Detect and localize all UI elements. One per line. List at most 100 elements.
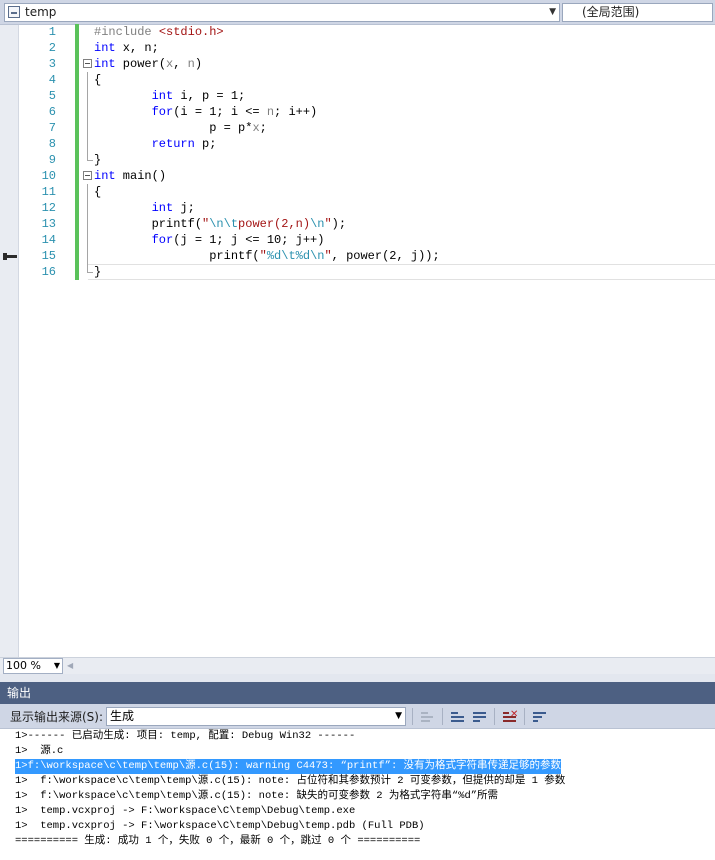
output-panel-title: 输出 (0, 682, 715, 704)
line-number: 1 (48, 25, 56, 39)
next-message-icon[interactable] (472, 709, 488, 724)
code-line[interactable]: 1 #include <stdio.h> (0, 24, 715, 40)
output-line-selected[interactable]: 1>f:\workspace\c\temp\temp\源.c(15): warn… (15, 759, 562, 774)
code-token: int (94, 57, 116, 71)
code-lines: 1 #include <stdio.h> 2 int x, n; 3 int power(… (0, 24, 715, 280)
code-line[interactable]: 13 printf("\n\tpower(2,n)\n"); (0, 216, 715, 232)
code-text: return p; (94, 136, 217, 152)
code-token: for (151, 105, 174, 119)
code-line[interactable]: 2 int x, n; (0, 40, 715, 56)
code-line[interactable]: 3 int power(x, n) (0, 56, 715, 72)
code-token: printf( (94, 217, 203, 231)
code-line[interactable]: 6 for(i = 1; i <= n; i++) (0, 104, 715, 120)
changed-line-marker (75, 88, 79, 104)
changed-line-marker (75, 200, 79, 216)
output-line[interactable]: 1>------ 已启动生成: 项目: temp, 配置: Debug Win3… (15, 729, 355, 744)
chevron-down-icon[interactable]: ▼ (549, 4, 556, 21)
code-line[interactable]: 15 printf("%d\t%d\n", power(2, j)); (0, 248, 715, 264)
chevron-down-icon[interactable]: ▼ (54, 659, 60, 673)
changed-line-marker (75, 216, 79, 232)
line-number: 10 (41, 169, 56, 183)
global-scope-dropdown[interactable]: (全局范围) (562, 3, 713, 22)
scroll-left-arrow-icon[interactable]: ◀ (67, 661, 73, 670)
outline-guide (87, 216, 88, 232)
code-line[interactable]: 11 { (0, 184, 715, 200)
line-number: 13 (41, 217, 56, 231)
line-number: 16 (41, 265, 56, 279)
outline-guide (87, 200, 88, 216)
code-token: " (324, 249, 332, 263)
changed-line-marker (75, 120, 79, 136)
toolbar-separator (442, 708, 443, 725)
toolbar-separator (524, 708, 525, 725)
outline-guide (87, 184, 88, 200)
changed-line-marker (75, 168, 79, 184)
output-line[interactable]: 1> 源.c (15, 744, 63, 759)
code-line[interactable]: 4{ (0, 72, 715, 88)
code-token: int (151, 201, 174, 215)
output-line[interactable]: 1> f:\workspace\c\temp\temp\源.c(15): not… (15, 789, 498, 804)
current-line-highlight (88, 264, 715, 280)
zoom-level: 100 % (6, 659, 41, 672)
code-token: ) (194, 57, 203, 71)
output-line[interactable]: 1> temp.vcxproj -> F:\workspace\C\temp\D… (15, 819, 425, 834)
zoom-dropdown[interactable]: 100 % ▼ (3, 658, 63, 674)
code-token: int (151, 89, 174, 103)
code-token: { (94, 185, 102, 199)
outline-guide (87, 136, 88, 152)
code-token: \t (281, 249, 296, 263)
collapse-region-icon[interactable] (83, 171, 92, 180)
code-token: ; (259, 121, 267, 135)
find-message-in-code-icon[interactable] (420, 709, 436, 724)
code-line[interactable]: 10 int main() (0, 168, 715, 184)
code-line[interactable]: 5 int i, p = 1; (0, 88, 715, 104)
code-editor[interactable]: 1 #include <stdio.h> 2 int x, n; 3 int power(… (0, 24, 715, 657)
output-source-dropdown[interactable]: 生成 ▼ (106, 707, 406, 726)
clear-all-icon[interactable]: ✕ (502, 709, 518, 724)
code-line[interactable]: 14 for(j = 1; j <= 10; j++) (0, 232, 715, 248)
code-line[interactable]: 8 return p; (0, 136, 715, 152)
panel-splitter[interactable] (0, 674, 715, 682)
code-token: int (94, 169, 116, 183)
code-text: #include <stdio.h> (94, 24, 224, 40)
global-scope-value: (全局范围) (582, 5, 640, 19)
code-token: \n (310, 217, 325, 231)
outline-guide (87, 104, 88, 120)
code-line[interactable]: 7 p = p*x; (0, 120, 715, 136)
code-text: printf("%d\t%d\n", power(2, j)); (94, 248, 439, 264)
code-text: int i, p = 1; (94, 88, 246, 104)
code-line[interactable]: 9} (0, 152, 715, 168)
changed-line-marker (75, 264, 79, 280)
previous-message-icon[interactable] (450, 709, 466, 724)
line-number: 2 (48, 41, 56, 55)
code-text: p = p*x; (94, 120, 267, 136)
code-text: for(j = 1; j <= 10; j++) (94, 232, 325, 248)
code-token: %d (266, 249, 282, 263)
output-toolbar: 显示输出来源(S): 生成 ▼ ✕ (0, 704, 715, 729)
output-text-area[interactable]: 1>------ 已启动生成: 项目: temp, 配置: Debug Win3… (0, 729, 715, 860)
changed-line-marker (75, 248, 79, 264)
changed-line-marker (75, 40, 79, 56)
collapse-region-icon[interactable] (83, 59, 92, 68)
chevron-down-icon[interactable]: ▼ (395, 708, 402, 725)
code-token: %d (295, 249, 311, 263)
output-line[interactable]: 1> f:\workspace\c\temp\temp\源.c(15): not… (15, 774, 565, 789)
file-scope-dropdown[interactable]: temp ▼ (4, 3, 560, 22)
output-line[interactable]: ========== 生成: 成功 1 个，失败 0 个，最新 0 个，跳过 0… (15, 834, 420, 849)
code-text: for(i = 1; i <= n; i++) (94, 104, 318, 120)
code-token: x (252, 121, 260, 135)
file-scope-value: temp (25, 5, 57, 19)
toggle-word-wrap-icon[interactable] (532, 709, 548, 724)
outline-guide (87, 248, 88, 264)
code-token: " (324, 217, 332, 231)
code-line[interactable]: 16} (0, 264, 715, 280)
code-token: #include (94, 25, 159, 39)
code-token: \n\t (209, 217, 239, 231)
line-number: 9 (48, 153, 56, 167)
code-token: n (187, 57, 195, 71)
outline-guide-end (87, 152, 93, 161)
output-line[interactable]: 1> temp.vcxproj -> F:\workspace\C\temp\D… (15, 804, 355, 819)
code-token: for (151, 233, 174, 247)
code-line[interactable]: 12 int j; (0, 200, 715, 216)
